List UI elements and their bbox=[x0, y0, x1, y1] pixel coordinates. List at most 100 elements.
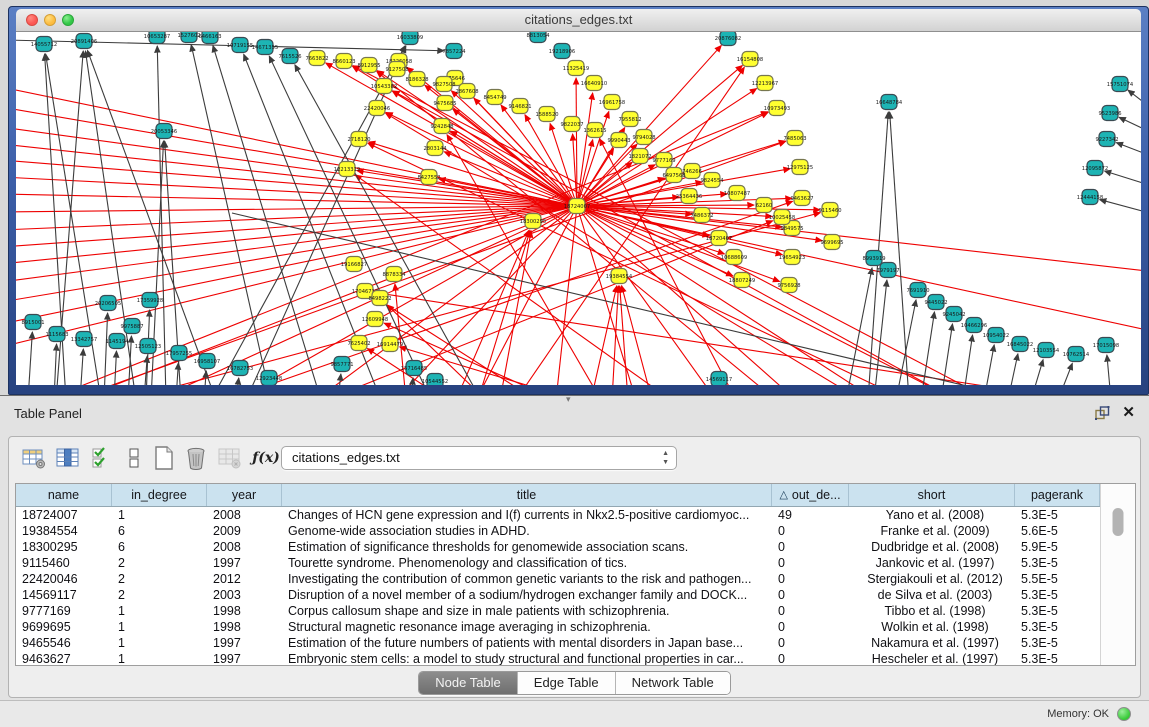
table-cell[interactable]: 0 bbox=[772, 587, 849, 603]
table-row[interactable]: 946362711997Embryonic stem cells: a mode… bbox=[16, 651, 1100, 666]
table-cell[interactable]: Hescheler et al. (1997) bbox=[849, 651, 1015, 666]
graph-edge[interactable] bbox=[1100, 200, 1141, 212]
table-cell[interactable]: 6 bbox=[112, 523, 207, 539]
graph-node[interactable]: 8915001 bbox=[21, 315, 44, 330]
graph-edge[interactable] bbox=[353, 66, 991, 385]
graph-node[interactable]: 9824554 bbox=[700, 173, 724, 188]
graph-node[interactable]: 8498222 bbox=[368, 291, 391, 306]
table-cell[interactable]: 2008 bbox=[207, 539, 282, 555]
graph-node[interactable]: 20876082 bbox=[715, 32, 741, 46]
table-cell[interactable]: 2 bbox=[112, 571, 207, 587]
table-cell[interactable]: 2008 bbox=[207, 507, 282, 523]
table-cell[interactable]: 2 bbox=[112, 587, 207, 603]
graph-node[interactable]: 17359928 bbox=[137, 293, 163, 308]
graph-edge[interactable] bbox=[1058, 363, 1072, 385]
table-cell[interactable]: Genome-wide association studies in ADHD. bbox=[282, 523, 772, 539]
table-cell[interactable]: Estimation of the future numbers of pati… bbox=[282, 635, 772, 651]
graph-node[interactable]: 9975887 bbox=[120, 319, 143, 334]
graph-node[interactable]: 1362615 bbox=[583, 123, 606, 138]
table-cell[interactable]: Dudbridge et al. (2008) bbox=[849, 539, 1015, 555]
table-cell[interactable]: Tibbo et al. (1998) bbox=[849, 603, 1015, 619]
graph-node[interactable]: 9242848 bbox=[430, 119, 453, 134]
table-cell[interactable]: 5.5E-5 bbox=[1015, 571, 1100, 587]
table-row[interactable]: 946554611997Estimation of the future num… bbox=[16, 635, 1100, 651]
function-builder-icon[interactable]: ƒ(x) bbox=[251, 443, 281, 473]
graph-node[interactable]: 10807487 bbox=[724, 186, 750, 201]
table-cell[interactable]: Disruption of a novel member of a sodium… bbox=[282, 587, 772, 603]
graph-node[interactable]: 7857224 bbox=[442, 44, 466, 59]
graph-node[interactable]: 7691910 bbox=[906, 283, 929, 298]
graph-node[interactable]: 12444158 bbox=[1077, 190, 1103, 205]
table-cell[interactable]: 5.3E-5 bbox=[1015, 603, 1100, 619]
graph-node[interactable]: 10544552 bbox=[422, 374, 448, 386]
graph-edge[interactable] bbox=[1105, 171, 1141, 184]
column-header-short[interactable]: short bbox=[849, 484, 1015, 506]
graph-edge[interactable] bbox=[191, 45, 271, 385]
graph-node[interactable]: 2718120 bbox=[347, 132, 370, 147]
close-panel-icon[interactable]: ✕ bbox=[1122, 405, 1135, 421]
table-cell[interactable]: 9777169 bbox=[16, 603, 112, 619]
graph-node[interactable]: 19384554 bbox=[606, 269, 633, 284]
table-row[interactable]: 969969511998Structural magnetic resonanc… bbox=[16, 619, 1100, 635]
table-cell[interactable]: Wolkin et al. (1998) bbox=[849, 619, 1015, 635]
table-cell[interactable]: 0 bbox=[772, 539, 849, 555]
graph-node[interactable]: 12975125 bbox=[787, 160, 813, 175]
graph-node[interactable]: 12609948 bbox=[362, 312, 388, 327]
graph-node[interactable]: 1115683 bbox=[45, 327, 68, 342]
graph-node[interactable]: 9475685 bbox=[433, 96, 456, 111]
table-cell[interactable]: 1997 bbox=[207, 635, 282, 651]
graph-node[interactable]: 7485063 bbox=[783, 131, 806, 146]
graph-edge[interactable] bbox=[984, 345, 994, 385]
graph-node[interactable]: 9857771 bbox=[330, 357, 353, 372]
table-cell[interactable]: Estimation of significance thresholds fo… bbox=[282, 539, 772, 555]
graph-node[interactable]: 1145194 bbox=[105, 334, 129, 349]
table-cell[interactable]: 1 bbox=[112, 619, 207, 635]
select-columns-icon[interactable] bbox=[53, 443, 83, 473]
graph-edge[interactable] bbox=[54, 344, 57, 385]
table-cell[interactable]: 9699695 bbox=[16, 619, 112, 635]
graph-node[interactable]: 16640910 bbox=[581, 76, 607, 91]
graph-edge[interactable] bbox=[80, 349, 83, 385]
graph-edge[interactable] bbox=[326, 221, 773, 385]
graph-node[interactable]: 7615526 bbox=[278, 49, 301, 64]
table-cell[interactable]: 18724007 bbox=[16, 507, 112, 523]
table-select-dropdown[interactable]: citations_edges.txt ▲▼ bbox=[281, 446, 677, 470]
graph-node[interactable]: 12923448 bbox=[256, 371, 282, 386]
graph-edge[interactable] bbox=[176, 363, 178, 385]
table-cell[interactable]: 1 bbox=[112, 651, 207, 666]
graph-node[interactable]: 10688609 bbox=[721, 250, 747, 265]
table-cell[interactable]: 2012 bbox=[207, 571, 282, 587]
graph-node[interactable]: 9127508 bbox=[385, 62, 408, 77]
graph-node[interactable]: 16961758 bbox=[599, 95, 625, 110]
graph-node[interactable]: 1821072 bbox=[628, 149, 651, 164]
tab-edge-table[interactable]: Edge Table bbox=[518, 672, 616, 694]
table-cell[interactable]: 5.3E-5 bbox=[1015, 587, 1100, 603]
graph-node[interactable]: 8813054 bbox=[526, 32, 550, 43]
table-cell[interactable]: 2009 bbox=[207, 523, 282, 539]
graph-node[interactable]: 17015098 bbox=[1093, 338, 1119, 353]
graph-node[interactable]: 20206505 bbox=[95, 296, 121, 311]
table-cell[interactable]: 0 bbox=[772, 603, 849, 619]
graph-node[interactable]: 16154808 bbox=[737, 52, 763, 67]
graph-node[interactable]: 9463627 bbox=[790, 191, 813, 206]
graph-node[interactable]: 7625402 bbox=[347, 336, 370, 351]
table-cell[interactable]: Embryonic stem cells: a model to study s… bbox=[282, 651, 772, 666]
column-header-year[interactable]: year bbox=[207, 484, 282, 506]
column-header-in_degree[interactable]: in_degree bbox=[112, 484, 207, 506]
table-cell[interactable]: de Silva et al. (2003) bbox=[849, 587, 1015, 603]
table-cell[interactable]: 0 bbox=[772, 523, 849, 539]
graph-node[interactable]: 12103554 bbox=[1033, 343, 1060, 358]
graph-node[interactable]: 16782753 bbox=[227, 361, 253, 376]
graph-node[interactable]: 62160 bbox=[756, 198, 773, 213]
table-cell[interactable]: 5.3E-5 bbox=[1015, 555, 1100, 571]
graph-node[interactable]: 16648784 bbox=[876, 95, 903, 110]
table-cell[interactable]: 5.3E-5 bbox=[1015, 651, 1100, 666]
table-cell[interactable]: 0 bbox=[772, 635, 849, 651]
graph-node[interactable]: 9990443 bbox=[607, 133, 630, 148]
graph-edge[interactable] bbox=[236, 378, 239, 385]
graph-edge[interactable] bbox=[1116, 143, 1141, 154]
graph-node[interactable]: 9245042 bbox=[942, 307, 965, 322]
graph-node[interactable]: 19654923 bbox=[779, 250, 805, 265]
table-cell[interactable]: 18300295 bbox=[16, 539, 112, 555]
table-row[interactable]: 1872400712008Changes of HCN gene express… bbox=[16, 507, 1100, 523]
